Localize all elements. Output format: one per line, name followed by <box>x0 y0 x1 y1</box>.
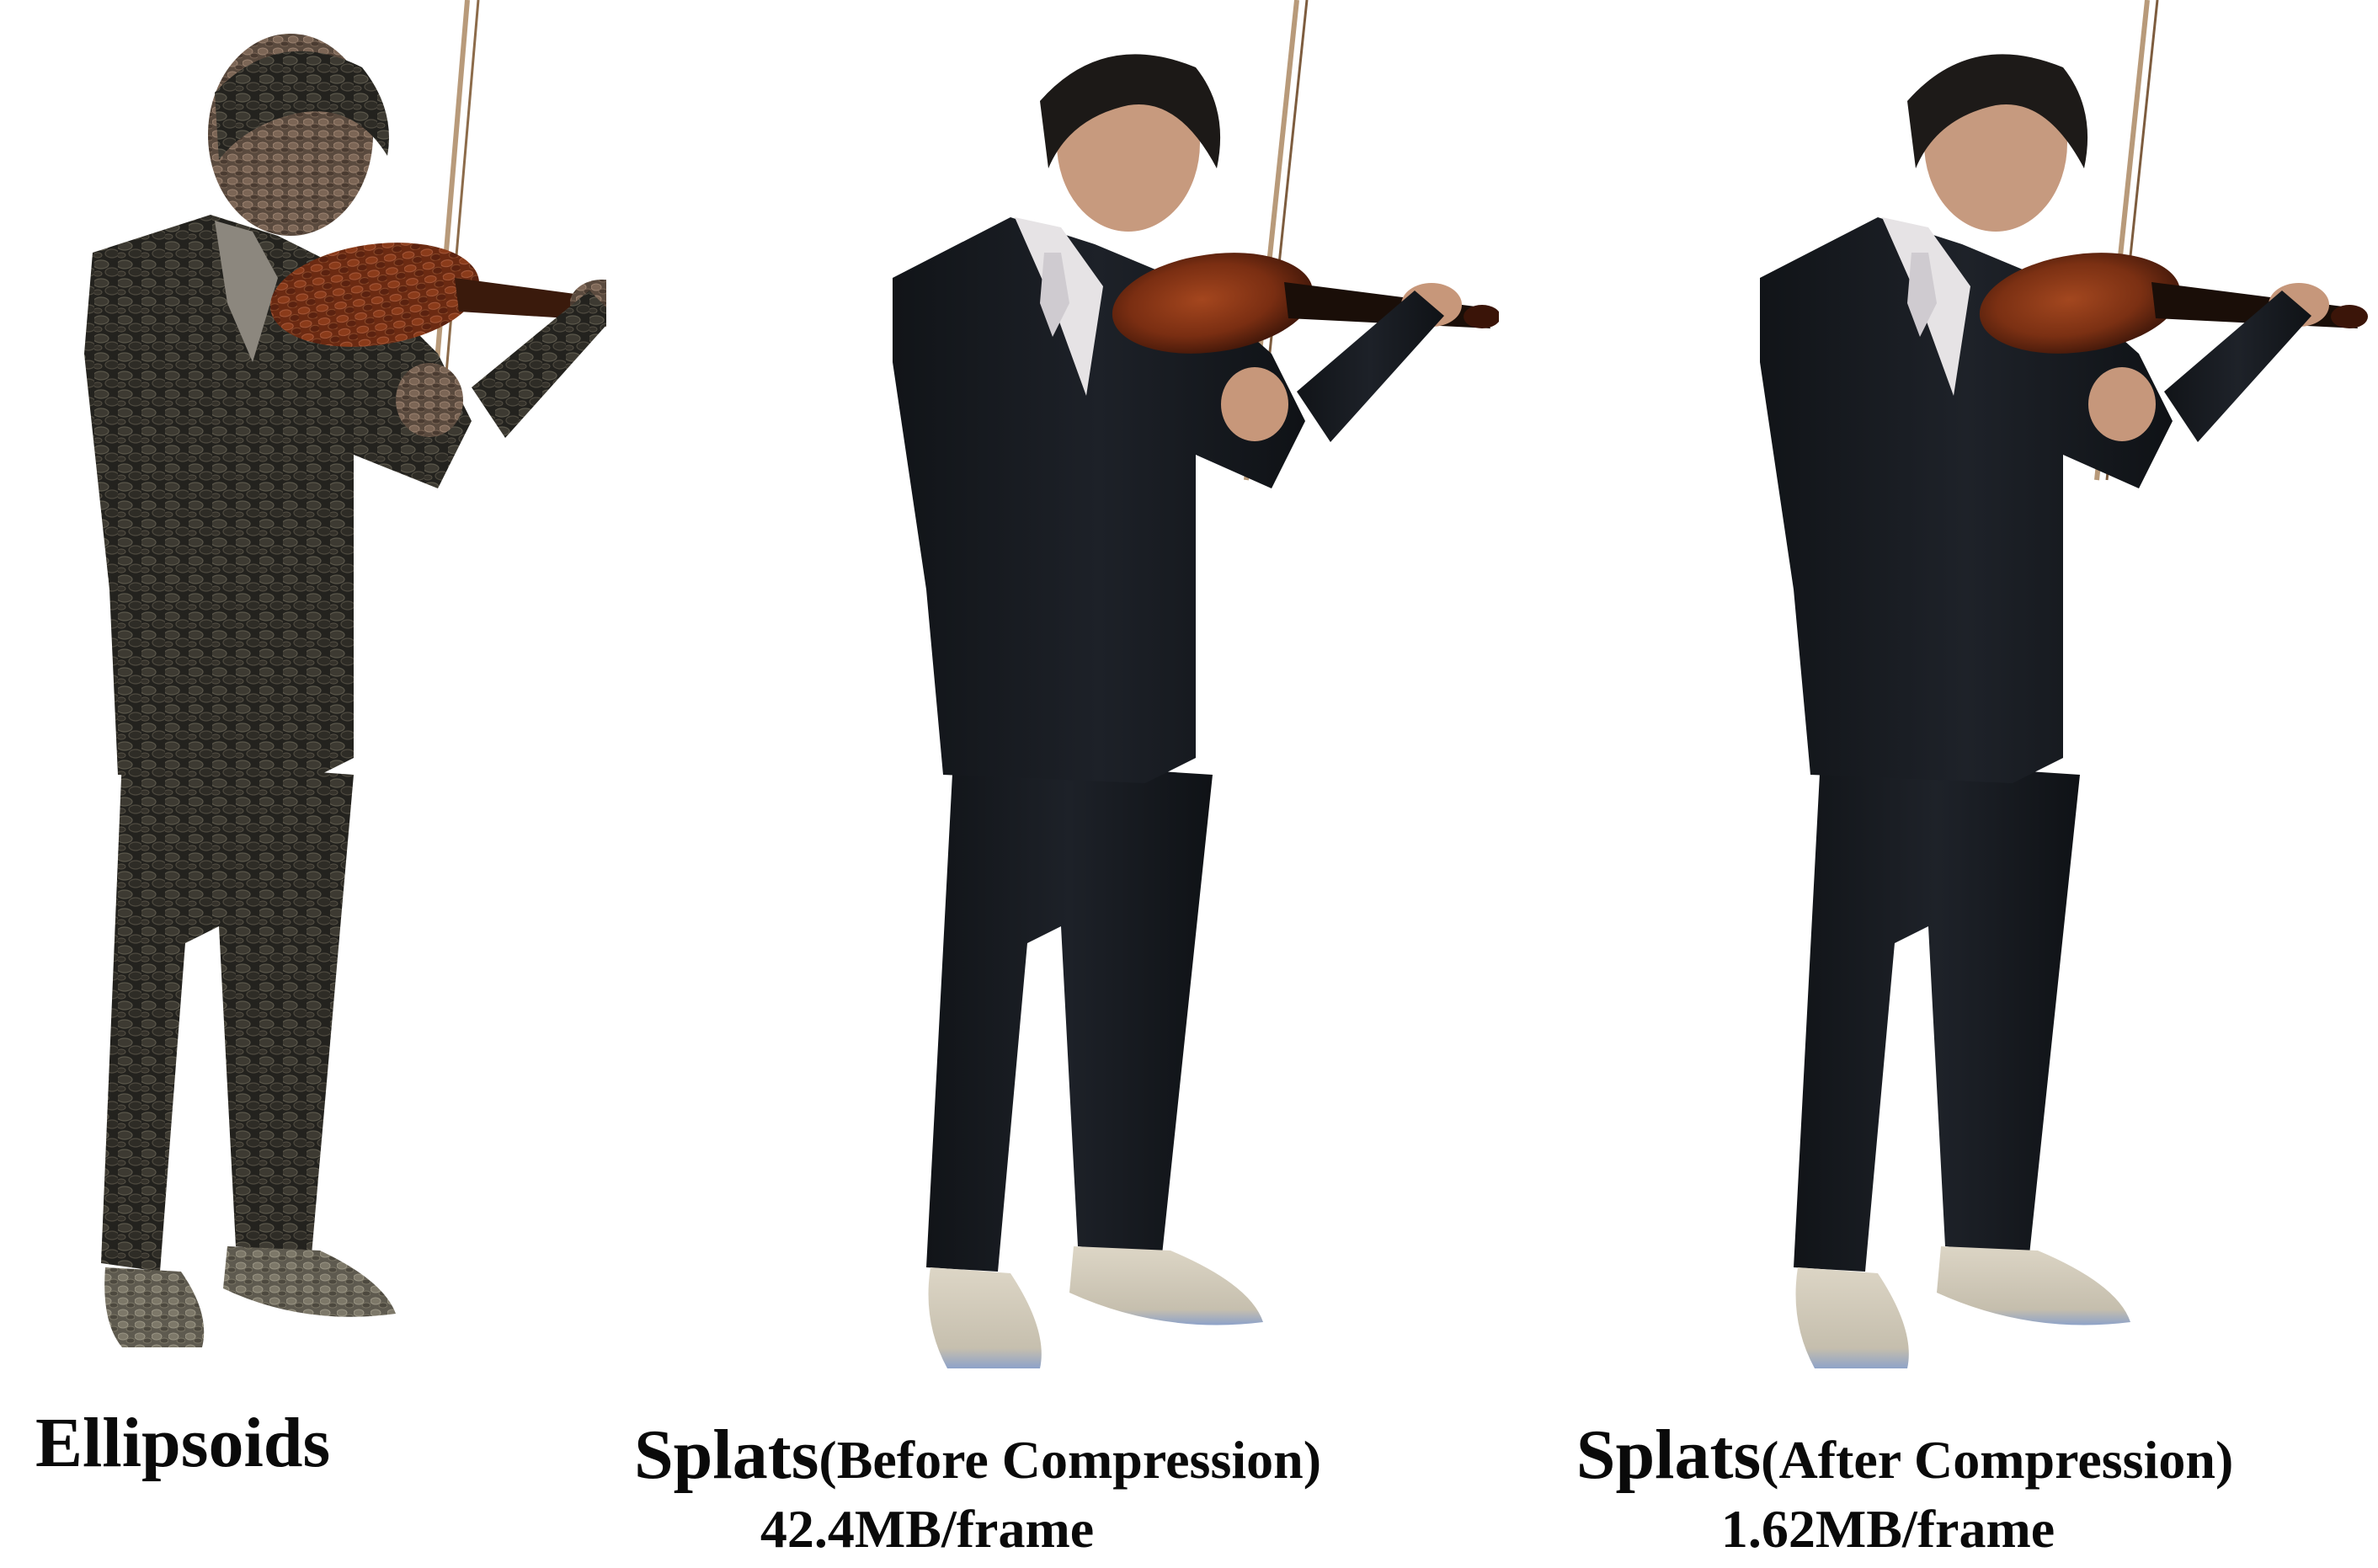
panel-ellipsoids: Ellipsoids <box>0 0 606 1568</box>
panel-splats-before: Splats(Before Compression) 42.4MB/frame <box>522 0 1499 1568</box>
caption-after-sub: (After Compression) <box>1761 1430 2234 1490</box>
caption-before-size: 42.4MB/frame <box>760 1499 1095 1559</box>
caption-ellipsoids: Ellipsoids <box>35 1404 331 1482</box>
caption-before-main: Splats <box>633 1416 819 1494</box>
caption-after-size: 1.62MB/frame <box>1720 1499 2055 1559</box>
panel-splats-after: Splats(After Compression) 1.62MB/frame <box>1389 0 2378 1568</box>
splat-violinist-after-render <box>1760 0 2368 1368</box>
caption-after-compression: Splats(After Compression) <box>1526 1420 2284 1491</box>
ellipsoid-violinist-render <box>84 0 606 1347</box>
caption-before-compression: Splats(Before Compression) <box>586 1420 1369 1491</box>
splat-violinist-before-render <box>893 0 1499 1368</box>
caption-after-main: Splats <box>1576 1416 1762 1494</box>
caption-before-sub: (Before Compression) <box>818 1430 1322 1490</box>
